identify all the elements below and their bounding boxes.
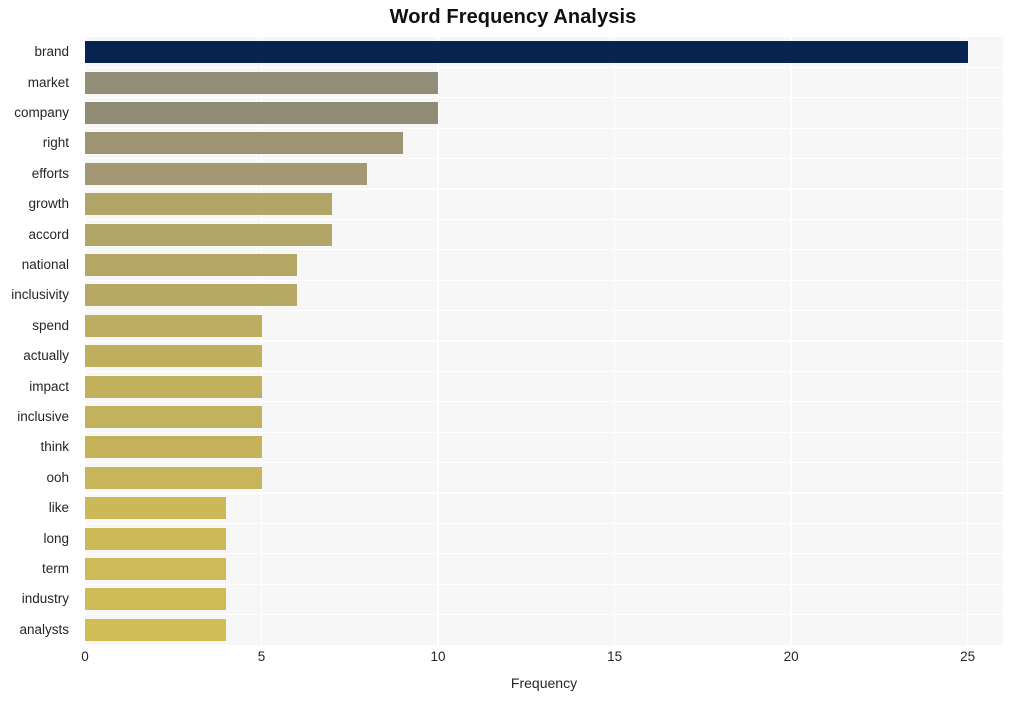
y-tick-label-market: market [27, 74, 69, 90]
y-tick-label-inclusivity: inclusivity [11, 287, 69, 303]
y-tick-label-industry: industry [21, 591, 69, 607]
y-tick-label-growth: growth [28, 196, 69, 212]
y-tick-label-ooh: ooh [46, 469, 69, 485]
y-tick-label-term: term [42, 561, 69, 576]
y-tick-label-like: like [48, 500, 69, 516]
chart-figure: Word Frequency Analysis brand market compa… [0, 0, 1026, 701]
y-tick-label-inclusive: inclusive [17, 409, 69, 424]
x-tick-label-10: 10 [430, 649, 446, 664]
y-tick-label-actually: actually [23, 348, 69, 364]
y-tick-label-right: right [42, 135, 69, 151]
x-axis-tick-labels: 0 5 10 15 20 25 [81, 649, 1003, 671]
y-tick-label-long: long [43, 530, 69, 546]
y-tick-label-national: national [21, 257, 69, 272]
y-tick-label-think: think [40, 439, 69, 455]
y-tick-label-efforts: efforts [31, 165, 69, 181]
y-tick-label-accord: accord [28, 226, 69, 242]
y-tick-label-company: company [14, 105, 69, 120]
x-tick-label-15: 15 [607, 649, 623, 664]
y-tick-label-analysts: analysts [19, 621, 69, 637]
y-tick-label-brand: brand [34, 44, 69, 60]
x-axis-label: Frequency [510, 675, 578, 691]
x-tick-label-20: 20 [783, 649, 799, 664]
y-axis-tick-labels: brand market company right efforts growth acco… [0, 37, 1026, 645]
x-tick-label-25: 25 [960, 649, 976, 664]
y-tick-label-impact: impact [29, 378, 69, 394]
y-tick-label-spend: spend [32, 317, 69, 333]
chart-title: Word Frequency Analysis [389, 6, 637, 28]
x-tick-label-0: 0 [81, 649, 89, 664]
x-tick-label-5: 5 [257, 649, 266, 664]
